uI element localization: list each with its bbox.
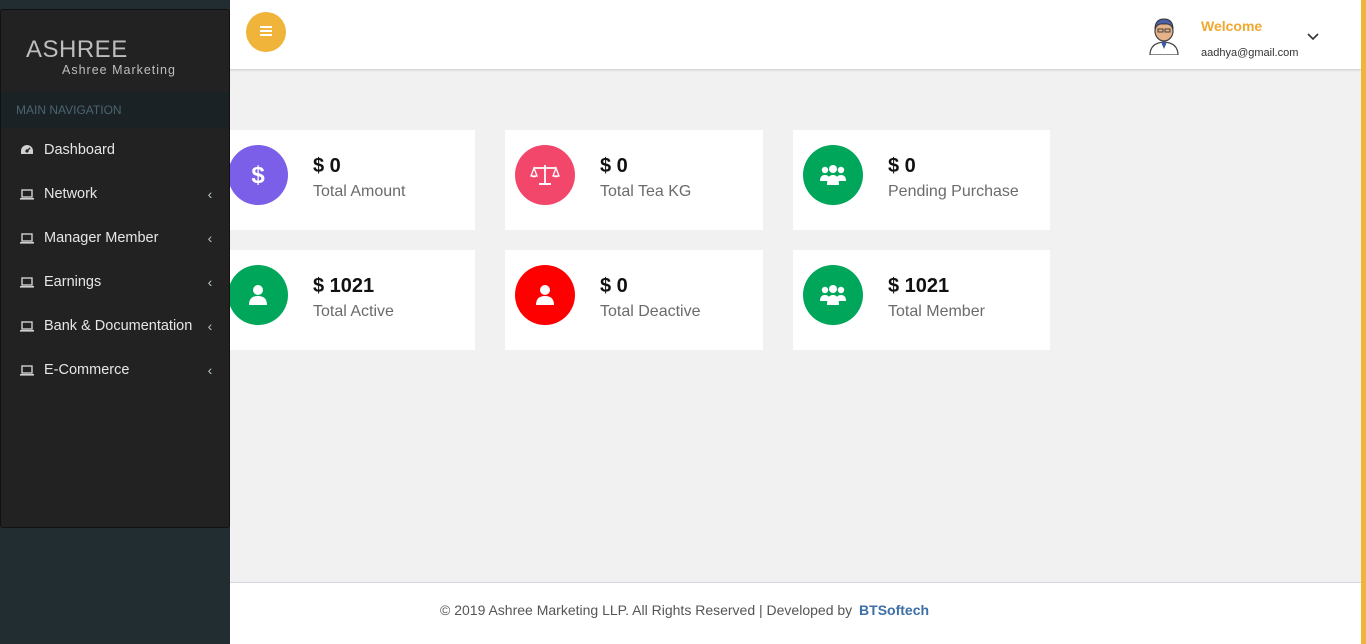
right-edge-accent bbox=[1361, 0, 1366, 644]
svg-text:$: $ bbox=[251, 162, 265, 189]
users-icon bbox=[803, 145, 863, 205]
dollar-icon: $ bbox=[228, 145, 288, 205]
stat-label: Total Member bbox=[888, 303, 985, 320]
chevron-left-icon: ‹ bbox=[207, 318, 213, 334]
stat-card-pending-purchase[interactable]: $ 0 Pending Purchase bbox=[793, 130, 1050, 230]
hamburger-icon bbox=[260, 23, 272, 41]
dashboard-icon bbox=[19, 143, 35, 157]
chevron-left-icon: ‹ bbox=[207, 230, 213, 246]
stat-value: $ 1021 bbox=[313, 275, 375, 297]
laptop-icon bbox=[19, 363, 35, 377]
chevron-down-icon[interactable] bbox=[1305, 28, 1321, 44]
sidebar-item-bank-documentation[interactable]: Bank & Documentation ‹ bbox=[1, 304, 229, 348]
laptop-icon bbox=[19, 275, 35, 289]
sidebar-item-label: E-Commerce bbox=[44, 362, 130, 378]
avatar[interactable] bbox=[1147, 15, 1181, 56]
brand[interactable]: ASHREE Ashree Marketing bbox=[1, 10, 229, 92]
copyright-text: © 2019 Ashree Marketing LLP. All Rights … bbox=[440, 602, 853, 618]
stat-label: Total Deactive bbox=[600, 303, 701, 320]
developer-link[interactable]: BTSoftech bbox=[859, 602, 929, 618]
stat-card-total-tea-kg[interactable]: $ 0 Total Tea KG bbox=[505, 130, 763, 230]
stat-card-total-member[interactable]: $ 1021 Total Member bbox=[793, 250, 1050, 350]
scale-icon bbox=[515, 145, 575, 205]
brand-subtitle: Ashree Marketing bbox=[62, 63, 176, 77]
stat-label: Pending Purchase bbox=[888, 183, 1019, 200]
user-icon bbox=[515, 265, 575, 325]
stat-value: $ 0 bbox=[600, 275, 628, 297]
footer-text: © 2019 Ashree Marketing LLP. All Rights … bbox=[440, 602, 929, 618]
sidebar-item-e-commerce[interactable]: E-Commerce ‹ bbox=[1, 348, 229, 392]
footer: © 2019 Ashree Marketing LLP. All Rights … bbox=[230, 582, 1361, 644]
users-icon bbox=[803, 265, 863, 325]
sidebar-item-label: Dashboard bbox=[44, 142, 115, 158]
chevron-left-icon: ‹ bbox=[207, 362, 213, 378]
sidebar-item-label: Earnings bbox=[44, 274, 102, 290]
stat-value: $ 0 bbox=[313, 155, 341, 177]
laptop-icon bbox=[19, 187, 35, 201]
stat-label: Total Amount bbox=[313, 183, 406, 200]
laptop-icon bbox=[19, 231, 35, 245]
stat-label: Total Tea KG bbox=[600, 183, 692, 200]
sidebar-item-earnings[interactable]: Earnings ‹ bbox=[1, 260, 229, 304]
page: ASHREE Ashree Marketing MAIN NAVIGATION … bbox=[0, 0, 1366, 644]
stat-card-total-active[interactable]: $ 1021 Total Active bbox=[218, 250, 475, 350]
stat-card-total-deactive[interactable]: $ 0 Total Deactive bbox=[505, 250, 763, 350]
sidebar-item-dashboard[interactable]: Dashboard bbox=[1, 128, 229, 172]
brand-title: ASHREE bbox=[26, 36, 128, 63]
user-icon bbox=[228, 265, 288, 325]
chevron-left-icon: ‹ bbox=[207, 274, 213, 290]
sidebar-item-label: Network bbox=[44, 186, 98, 202]
stat-value: $ 0 bbox=[888, 155, 916, 177]
nav-header: MAIN NAVIGATION bbox=[1, 92, 229, 128]
nav-list: Dashboard Network ‹ Manager Member ‹ Ear… bbox=[1, 128, 229, 392]
stat-card-total-amount[interactable]: $ $ 0 Total Amount bbox=[218, 130, 475, 230]
chevron-left-icon: ‹ bbox=[207, 186, 213, 202]
stat-value: $ 1021 bbox=[888, 275, 950, 297]
stat-value: $ 0 bbox=[600, 155, 628, 177]
stat-label: Total Active bbox=[313, 303, 394, 320]
laptop-icon bbox=[19, 319, 35, 333]
top-header: Welcome aadhya@gmail.com bbox=[230, 0, 1361, 70]
sidebar-item-manager-member[interactable]: Manager Member ‹ bbox=[1, 216, 229, 260]
user-email: aadhya@gmail.com bbox=[1201, 47, 1299, 59]
menu-toggle-button[interactable] bbox=[246, 12, 286, 52]
sidebar-item-network[interactable]: Network ‹ bbox=[1, 172, 229, 216]
sidebar-item-label: Bank & Documentation bbox=[44, 318, 193, 334]
welcome-text: Welcome bbox=[1201, 18, 1263, 34]
sidebar-item-label: Manager Member bbox=[44, 230, 159, 246]
sidebar: ASHREE Ashree Marketing MAIN NAVIGATION … bbox=[0, 9, 230, 528]
